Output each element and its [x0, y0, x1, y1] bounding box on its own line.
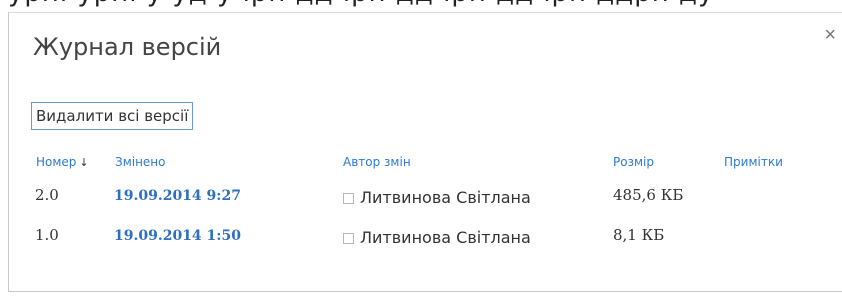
- version-history-dialog: Журнал версій × Видалити всі версії Номе…: [8, 12, 842, 292]
- close-icon[interactable]: ×: [824, 25, 836, 45]
- column-header-author[interactable]: Автор змін: [343, 155, 411, 169]
- background-text: ӯрпі ӯрпі ӯ уд ӯ ірп дд ірп дд ірп дд ір…: [8, 0, 714, 8]
- column-header-modified[interactable]: Змінено: [115, 155, 166, 169]
- version-size: 8,1 КБ: [613, 226, 665, 244]
- version-number: 2.0: [35, 186, 59, 204]
- author-name: Литвинова Світлана: [360, 188, 531, 207]
- author-name: Литвинова Світлана: [360, 228, 531, 247]
- column-header-notes[interactable]: Примітки: [724, 155, 783, 169]
- dialog-title: Журнал версій: [33, 33, 222, 61]
- version-author[interactable]: Литвинова Світлана: [343, 188, 531, 207]
- sort-down-icon: ↓: [79, 156, 89, 169]
- version-modified-link[interactable]: 19.09.2014 9:27: [114, 188, 241, 204]
- version-modified-link[interactable]: 19.09.2014 1:50: [114, 228, 241, 244]
- column-header-number[interactable]: Номер ↓: [36, 155, 89, 169]
- delete-all-versions-button[interactable]: Видалити всі версії: [31, 102, 194, 130]
- column-header-size[interactable]: Розмір: [613, 155, 654, 169]
- presence-checkbox-icon: [343, 193, 354, 204]
- version-author[interactable]: Литвинова Світлана: [343, 228, 531, 247]
- presence-checkbox-icon: [343, 233, 354, 244]
- version-size: 485,6 КБ: [613, 186, 684, 204]
- version-number: 1.0: [35, 226, 59, 244]
- screen: ӯрпі ӯрпі ӯ уд ӯ ірп дд ірп дд ірп дд ір…: [0, 0, 842, 298]
- column-header-number-label: Номер: [36, 155, 77, 169]
- background-document-strip: ӯрпі ӯрпі ӯ уд ӯ ірп дд ірп дд ірп дд ір…: [0, 0, 842, 12]
